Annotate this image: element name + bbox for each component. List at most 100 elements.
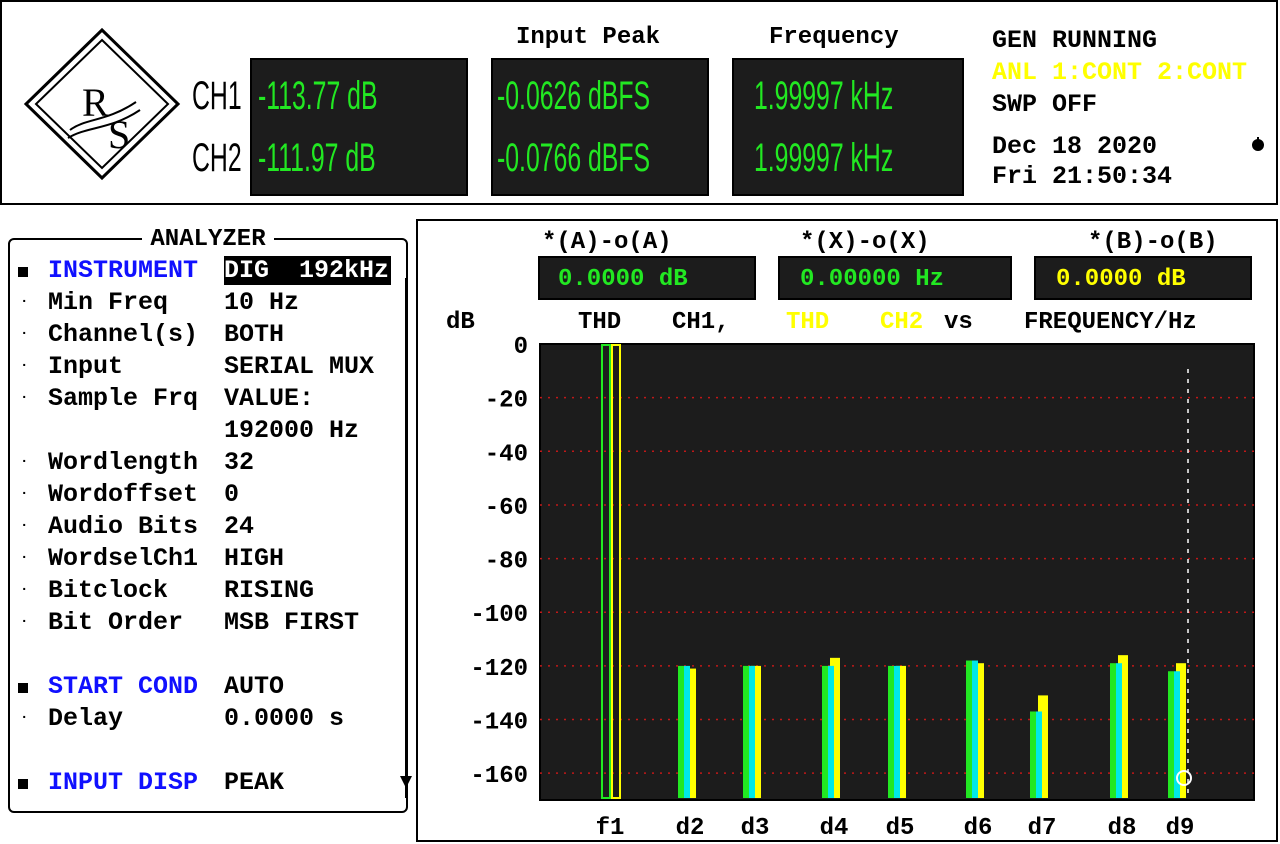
item-dot-icon: · (20, 550, 29, 566)
bar-overlap (1036, 711, 1042, 798)
section-bullet-icon (18, 779, 28, 789)
parameter-name: Delay (48, 704, 124, 733)
parameter-name: Bit Order (48, 608, 184, 637)
parameter-row[interactable]: · Wordoffset 0 (10, 480, 402, 512)
parameter-row[interactable]: · Bitclock RISING (10, 576, 402, 608)
gen-status: GEN RUNNING (992, 26, 1158, 55)
parameter-value[interactable]: MSB FIRST (224, 608, 359, 637)
y-tick-label: -80 (485, 549, 528, 576)
parameter-row[interactable]: · Audio Bits 24 (10, 512, 402, 544)
parameter-value[interactable]: 0 (224, 480, 239, 509)
parameter-value[interactable]: 10 Hz (224, 288, 299, 317)
bar-overlap (684, 665, 690, 798)
item-dot-icon: · (20, 710, 29, 726)
y-tick-label: -140 (470, 710, 528, 737)
parameter-value[interactable]: BOTH (224, 320, 284, 349)
parameter-value[interactable]: SERIAL MUX (224, 352, 374, 381)
bar-ch1 (822, 665, 828, 798)
frequency-label: Frequency (769, 24, 899, 51)
parameter-name: Audio Bits (48, 512, 199, 541)
ch1-input-peak-value: -0.0626 dBFS (497, 74, 651, 118)
ch2-level-value: -111.97 dB (258, 136, 376, 180)
parameter-row[interactable]: INPUT DISP PEAK (10, 768, 402, 800)
parameter-name: Sample Frq (48, 384, 199, 413)
parameter-name: Min Freq (48, 288, 169, 317)
parameter-list: INSTRUMENT DIG 192kHz · Min Freq 10 Hz · Chann… (10, 256, 402, 806)
parameter-name: Input (48, 352, 124, 381)
bar-ch1 (743, 665, 749, 798)
bar-overlap (828, 665, 834, 798)
item-dot-icon: · (20, 518, 29, 534)
x-tick-label: d3 (741, 815, 770, 840)
parameter-row[interactable]: · Sample Frq VALUE: (10, 384, 402, 416)
ch1-frequency-value: 1.99997 kHz (754, 74, 894, 118)
bar-ch1 (966, 660, 972, 798)
y-tick-label: -20 (485, 388, 528, 415)
item-dot-icon: · (20, 390, 29, 406)
parameter-row[interactable]: 192000 Hz (10, 416, 402, 448)
parameter-value[interactable]: 32 (224, 448, 254, 477)
input-peak-label: Input Peak (516, 24, 661, 51)
parameter-value[interactable]: AUTO (224, 672, 284, 701)
scroll-down-icon[interactable] (400, 776, 412, 788)
parameter-row[interactable]: · Bit Order MSB FIRST (10, 608, 402, 640)
item-dot-icon: · (20, 614, 29, 630)
ch1-level-value: -113.77 dB (258, 74, 378, 118)
y-tick-label: -100 (470, 602, 528, 629)
parameter-name: Channel(s) (48, 320, 199, 349)
svg-text:S: S (108, 112, 130, 157)
bar-ch1 (888, 665, 894, 798)
scrollbar[interactable] (403, 278, 409, 798)
anl-status: ANL 1:CONT 2:CONT (992, 58, 1248, 87)
parameter-row[interactable]: INSTRUMENT DIG 192kHz (10, 256, 402, 288)
parameter-row[interactable]: START COND AUTO (10, 672, 402, 704)
parameter-name: INSTRUMENT (48, 256, 199, 285)
x-tick-label: d4 (820, 815, 849, 840)
item-dot-icon: · (20, 326, 29, 342)
bar-ch1 (1110, 663, 1116, 798)
parameter-row[interactable]: · Min Freq 10 Hz (10, 288, 402, 320)
bar-overlap (1116, 663, 1122, 798)
level-display: -113.77 dB -111.97 dB (250, 58, 468, 196)
parameter-row[interactable]: · WordselCh1 HIGH (10, 544, 402, 576)
parameter-name: INPUT DISP (48, 768, 199, 797)
item-dot-icon: · (20, 486, 29, 502)
item-dot-icon: · (20, 582, 29, 598)
thd-bar-chart: 0 -20 -40 -60 -80 -100 -120 -140 -160 f1 d2 d3 d4 d5 d… (470, 334, 1255, 840)
x-tick-label: d8 (1108, 815, 1137, 840)
bar-overlap (972, 660, 978, 798)
x-tick-label: d2 (676, 815, 705, 840)
parameter-value[interactable]: 192000 Hz (224, 416, 359, 445)
svg-text:R: R (82, 80, 109, 125)
input-peak-display: -0.0626 dBFS -0.0766 dBFS (491, 58, 709, 196)
ch2-label: CH2 (192, 136, 242, 180)
ch2-frequency-value: 1.99997 kHz (754, 136, 894, 180)
parameter-value[interactable]: HIGH (224, 544, 284, 573)
parameter-value[interactable]: PEAK (224, 768, 284, 797)
parameter-value[interactable]: 0.0000 s (224, 704, 344, 733)
bar-overlap (894, 665, 900, 798)
bar-ch1 (678, 665, 684, 798)
analyzer-panel: ANALYZER INSTRUMENT DIG 192kHz · Min Freq 10… (8, 226, 412, 813)
bar-ch1 (1168, 671, 1174, 798)
parameter-value[interactable]: VALUE: (224, 384, 314, 413)
parameter-row[interactable]: · Input SERIAL MUX (10, 352, 402, 384)
x-tick-label: d5 (886, 815, 915, 840)
parameter-value[interactable]: DIG 192kHz (224, 256, 392, 285)
parameter-value[interactable]: RISING (224, 576, 314, 605)
parameter-row[interactable]: · Delay 0.0000 s (10, 704, 402, 736)
item-dot-icon: · (20, 358, 29, 374)
parameter-value[interactable]: 24 (224, 512, 254, 541)
parameter-row[interactable]: · Wordlength 32 (10, 448, 402, 480)
sweep-status: SWP OFF (992, 90, 1098, 119)
rs-logo-icon: R S (23, 27, 181, 181)
x-tick-label: d6 (964, 815, 993, 840)
parameter-name: WordselCh1 (48, 544, 199, 573)
parameter-row[interactable]: · Channel(s) BOTH (10, 320, 402, 352)
bar-ch1 (1030, 711, 1036, 798)
clock-icon (1252, 137, 1264, 151)
x-tick-label: d7 (1028, 815, 1057, 840)
y-tick-label: 0 (514, 334, 528, 361)
status-header: R S CH1 CH2 -113.77 dB -111.97 dB Input … (0, 0, 1278, 205)
ch2-input-peak-value: -0.0766 dBFS (497, 136, 651, 180)
